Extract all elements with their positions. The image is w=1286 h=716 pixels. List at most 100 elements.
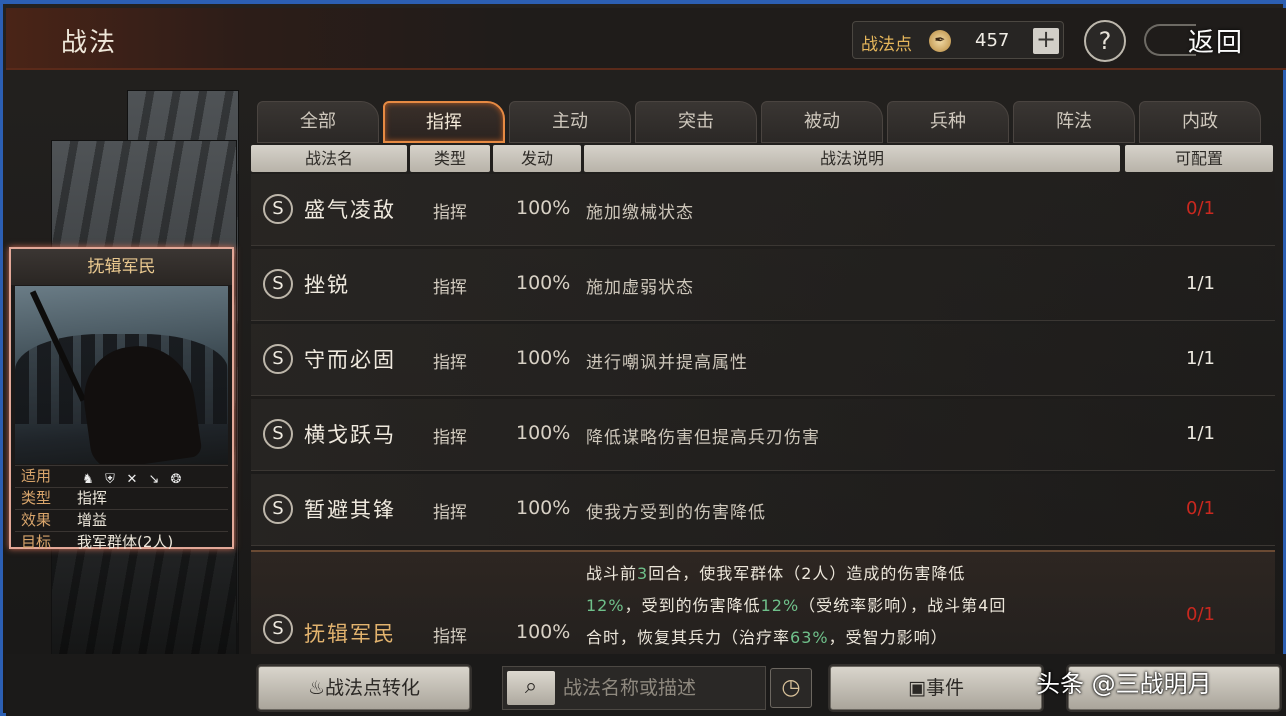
convert-points-button[interactable]: ♨战法点转化 [258, 666, 470, 710]
card-row-value: 我军群体(2人) [77, 533, 174, 551]
search-input[interactable] [563, 673, 759, 703]
back-label: 返回 [1188, 28, 1245, 58]
tactic-points-panel: 战法点 ✒ 457 + [852, 21, 1064, 59]
tactic-type: 指挥 [433, 353, 467, 373]
table-row[interactable]: S 盛气凌敌 指挥 100% 施加缴械状态 0/1 [251, 174, 1275, 246]
tactic-name: 盛气凌敌 [304, 198, 396, 222]
tactic-type: 指挥 [433, 503, 467, 523]
back-button[interactable]: 返回 [1144, 18, 1284, 62]
tactic-points-label: 战法点 [861, 35, 912, 55]
desc-text: （受统率影响），战斗第4回 [799, 596, 1007, 615]
tactic-count: 1/1 [1186, 423, 1215, 444]
tab-assault[interactable]: 突击 [635, 101, 757, 143]
tab-passive[interactable]: 被动 [761, 101, 883, 143]
tactic-rate: 100% [516, 621, 571, 643]
category-tabs: 全部 指挥 主动 突击 被动 兵种 阵法 内政 [257, 101, 1267, 143]
add-points-button[interactable]: + [1033, 27, 1059, 54]
table-row[interactable]: S 横戈跃马 指挥 100% 降低谋略伤害但提高兵刃伤害 1/1 [251, 399, 1275, 471]
watermark: 头条 @三战明月 [1036, 670, 1212, 698]
event-label: 事件 [925, 677, 964, 699]
tactic-rate: 100% [516, 497, 571, 519]
card-row-applicable: 适用 ♞ ⛨ ✕ ↘ ❂ [15, 465, 228, 487]
top-bar: 战法 战法点 ✒ 457 + ? 返回 [6, 8, 1286, 70]
desc-text: 合时，恢复其兵力（治疗率 [586, 628, 791, 647]
card-row-value: 增益 [77, 511, 108, 529]
table-header: 战法名 类型 发动 战法说明 可配置 [251, 145, 1275, 173]
tactic-points-value: 457 [975, 30, 1010, 51]
tactic-type: 指挥 [433, 278, 467, 298]
tactic-name: 暂避其锋 [304, 498, 396, 522]
convert-points-label: 战法点转化 [325, 677, 421, 699]
column-name[interactable]: 战法名 [251, 145, 407, 172]
grade-s-icon: S [263, 614, 293, 644]
event-icon: ▣ [908, 677, 926, 699]
tactic-rate: 100% [516, 197, 571, 219]
feather-coin-icon: ✒ [929, 30, 951, 52]
selected-tactic-card: 抚辑军民 适用 ♞ ⛨ ✕ ↘ ❂ 类型 指挥 效果 增益 目标 我军群体(2人… [9, 247, 234, 551]
tactic-count: 1/1 [1186, 348, 1215, 369]
card-info: 适用 ♞ ⛨ ✕ ↘ ❂ 类型 指挥 效果 增益 目标 我军群体(2人) [15, 465, 228, 553]
card-row-key: 适用 [21, 467, 52, 485]
bottom-bar: ♨战法点转化 ⌕ ◷ ▣事件 头条 @三战明月 [6, 654, 1286, 716]
card-title: 抚辑军民 [11, 249, 232, 285]
desc-text: ，受智力影响） [828, 628, 948, 647]
grade-s-icon: S [263, 344, 293, 374]
desc-text: 回合，使我军群体（2人）造成的伤害降低 [648, 564, 966, 583]
search-box: ⌕ [502, 666, 766, 710]
tab-internal[interactable]: 内政 [1139, 101, 1261, 143]
desc-text: 战斗前 [586, 564, 638, 583]
grade-s-icon: S [263, 194, 293, 224]
table-row[interactable]: S 暂避其锋 指挥 100% 使我方受到的伤害降低 0/1 [251, 474, 1275, 546]
table-row-expanded[interactable]: S 抚辑军民 指挥 100% 战斗前3回合，使我军群体（2人）造成的伤害降低 12… [251, 550, 1275, 662]
card-row-key: 类型 [21, 489, 52, 507]
tactic-type: 指挥 [433, 428, 467, 448]
tab-active[interactable]: 主动 [509, 101, 631, 143]
tactic-desc: 降低谋略伤害但提高兵刃伤害 [586, 428, 820, 448]
tactic-desc: 施加缴械状态 [586, 203, 694, 223]
card-row-effect: 效果 增益 [15, 509, 228, 531]
tab-all[interactable]: 全部 [257, 101, 379, 143]
tab-formation[interactable]: 阵法 [1013, 101, 1135, 143]
grade-s-icon: S [263, 269, 293, 299]
column-configurable[interactable]: 可配置 [1125, 145, 1273, 172]
desc-value: 12% [586, 596, 625, 615]
column-type[interactable]: 类型 [410, 145, 490, 172]
page-title: 战法 [61, 28, 118, 58]
tactic-full-description: 战斗前3回合，使我军群体（2人）造成的伤害降低 12%，受到的伤害降低12%（受统… [586, 558, 1146, 654]
column-rate[interactable]: 发动 [493, 145, 581, 172]
card-row-value: 指挥 [77, 489, 108, 507]
grade-s-icon: S [263, 494, 293, 524]
card-row-type: 类型 指挥 [15, 487, 228, 509]
tactic-count: 0/1 [1186, 604, 1215, 625]
tactic-count: 0/1 [1186, 498, 1215, 519]
desc-value: 63% [790, 628, 829, 647]
tactic-type: 指挥 [433, 203, 467, 223]
grade-s-icon: S [263, 419, 293, 449]
tactic-type: 指挥 [433, 627, 467, 647]
card-row-target: 目标 我军群体(2人) [15, 531, 228, 553]
event-button[interactable]: ▣事件 [830, 666, 1042, 710]
tactic-name: 抚辑军民 [304, 622, 396, 646]
tactic-rate: 100% [516, 422, 571, 444]
tactic-rate: 100% [516, 347, 571, 369]
history-clock-icon[interactable]: ◷ [770, 668, 812, 708]
help-button[interactable]: ? [1084, 20, 1126, 62]
tactic-desc: 施加虚弱状态 [586, 278, 694, 298]
tactic-count: 1/1 [1186, 273, 1215, 294]
card-artwork [15, 286, 228, 464]
tactic-name: 挫锐 [304, 273, 350, 297]
table-row[interactable]: S 守而必固 指挥 100% 进行嘲讽并提高属性 1/1 [251, 324, 1275, 396]
flame-icon: ♨ [307, 677, 326, 699]
tab-troop[interactable]: 兵种 [887, 101, 1009, 143]
card-row-key: 效果 [21, 511, 52, 529]
tab-command[interactable]: 指挥 [383, 101, 505, 143]
desc-value: 3 [637, 564, 649, 583]
search-icon[interactable]: ⌕ [507, 671, 555, 705]
table-row[interactable]: S 挫锐 指挥 100% 施加虚弱状态 1/1 [251, 249, 1275, 321]
column-description: 战法说明 [584, 145, 1120, 172]
tactic-desc: 使我方受到的伤害降低 [586, 503, 766, 523]
desc-text: ，受到的伤害降低 [624, 596, 761, 615]
tactic-name: 横戈跃马 [304, 423, 396, 447]
game-window: 战法 战法点 ✒ 457 + ? 返回 抚辑军民 适用 ♞ ⛨ ✕ ↘ ❂ 类型… [0, 0, 1286, 716]
tactic-count: 0/1 [1186, 198, 1215, 219]
